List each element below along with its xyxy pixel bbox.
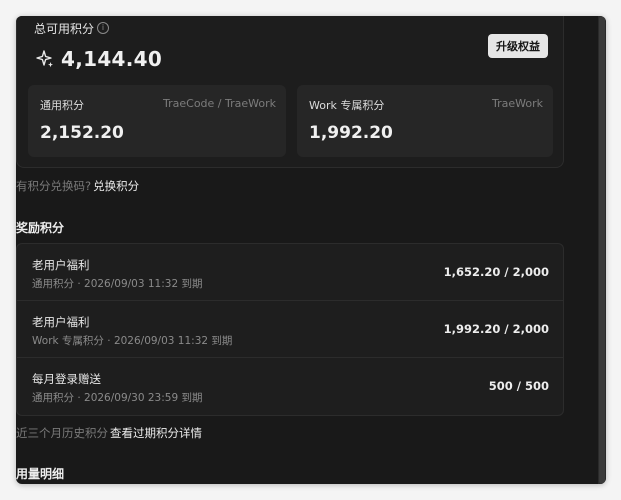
upgrade-benefits-button[interactable]: 升级权益 [488, 34, 548, 58]
general-points-value: 2,152.20 [40, 123, 124, 143]
work-points-label: Work 专属积分 [309, 99, 385, 112]
history-row: 近三个月历史积分 查看过期积分详情 [16, 425, 202, 441]
redeem-row: 有积分兑换码? 兑换积分 [16, 178, 139, 194]
history-prompt: 近三个月历史积分 [16, 426, 108, 440]
list-item: 老用户福利 Work 专属积分 · 2026/09/03 11:32 到期 1,… [17, 301, 563, 358]
redeem-prompt: 有积分兑换码? [16, 179, 92, 193]
reward-name: 每月登录赠送 [32, 372, 101, 386]
reward-points-title: 奖励积分 [16, 221, 65, 235]
reward-name: 老用户福利 [32, 315, 90, 329]
list-item: 每月登录赠送 通用积分 · 2026/09/30 23:59 到期 500 / … [17, 358, 563, 415]
sparkle-icon [36, 50, 53, 68]
reward-meta: 通用积分 · 2026/09/03 11:32 到期 [32, 278, 203, 290]
general-points-card: 通用积分 TraeCode / TraeWork 2,152.20 [28, 85, 286, 157]
scrollbar-thumb[interactable] [599, 16, 605, 484]
work-points-scope: TraeWork [492, 97, 543, 110]
usage-details-title: 用量明细 [16, 467, 65, 481]
view-expired-points-link[interactable]: 查看过期积分详情 [110, 426, 202, 440]
work-points-card: Work 专属积分 TraeWork 1,992.20 [297, 85, 553, 157]
reward-amount: 500 / 500 [488, 379, 549, 393]
general-points-scope: TraeCode / TraeWork [163, 97, 276, 110]
total-points-label: 总可用积分 [34, 22, 95, 36]
total-points-value: 4,144.40 [61, 47, 163, 71]
reward-meta: Work 专属积分 · 2026/09/03 11:32 到期 [32, 335, 233, 347]
reward-meta: 通用积分 · 2026/09/30 23:59 到期 [32, 392, 203, 404]
reward-amount: 1,992.20 / 2,000 [443, 322, 549, 336]
reward-name: 老用户福利 [32, 258, 90, 272]
general-points-label: 通用积分 [40, 99, 84, 112]
total-points-card: 总可用积分 i 4,144.40 升级权益 通用积分 TraeCode / Tr… [16, 16, 564, 168]
reward-points-list: 老用户福利 通用积分 · 2026/09/03 11:32 到期 1,652.2… [16, 243, 564, 416]
scrollbar[interactable] [598, 16, 606, 484]
info-icon[interactable]: i [97, 22, 109, 34]
reward-amount: 1,652.20 / 2,000 [443, 265, 549, 279]
redeem-points-link[interactable]: 兑换积分 [93, 179, 139, 193]
list-item: 老用户福利 通用积分 · 2026/09/03 11:32 到期 1,652.2… [17, 244, 563, 301]
work-points-value: 1,992.20 [309, 123, 393, 143]
app-window: 总可用积分 i 4,144.40 升级权益 通用积分 TraeCode / Tr… [16, 16, 606, 484]
